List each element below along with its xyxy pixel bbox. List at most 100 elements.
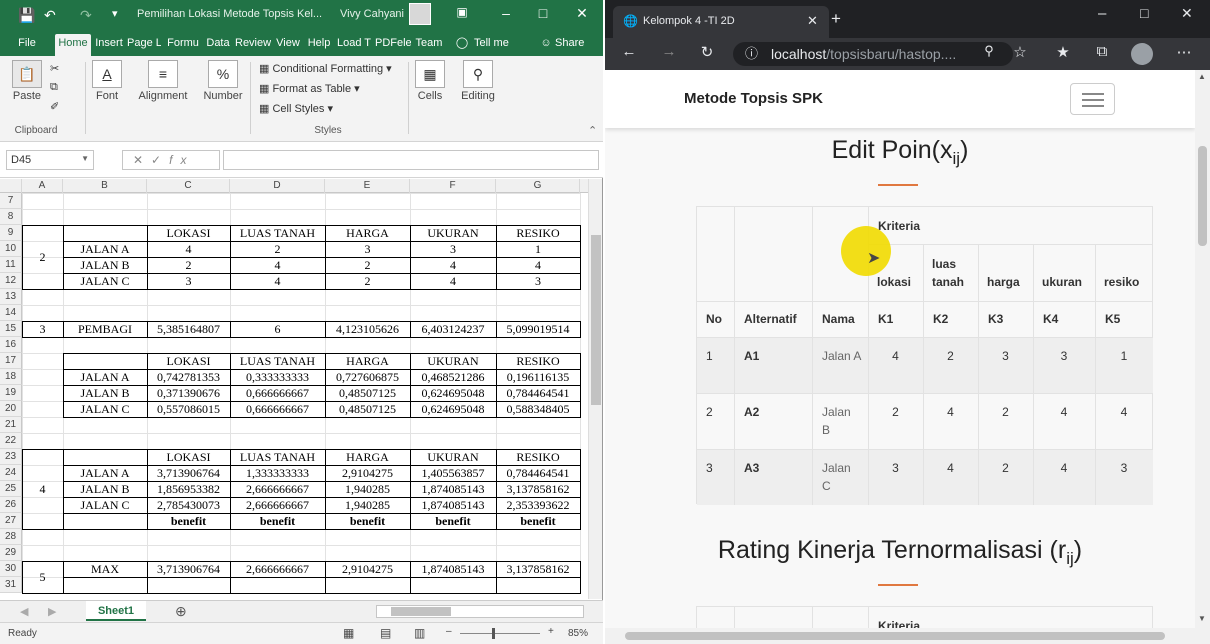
cell-b25[interactable]: JALAN B (63, 481, 147, 497)
scroll-down-icon[interactable]: ▼ (1198, 614, 1206, 623)
cell-a25[interactable] (22, 481, 63, 497)
cell-f11[interactable]: 4 (410, 257, 496, 273)
cell-c9[interactable]: LOKASI (147, 225, 230, 241)
tell-me-search[interactable]: Tell me (474, 34, 518, 56)
cell-f10[interactable]: 3 (410, 241, 496, 257)
zoom-in-icon[interactable]: + (548, 626, 554, 637)
cell-e12[interactable]: 2 (325, 273, 410, 289)
cell-a30[interactable]: 5 (22, 561, 63, 593)
alignment-button[interactable]: ≡ Alignment (134, 60, 192, 102)
horizontal-scroll-thumb[interactable] (391, 607, 451, 616)
cell-b27[interactable] (63, 513, 147, 529)
cell-g9[interactable]: RESIKO (496, 225, 580, 241)
cell-a11[interactable] (22, 257, 63, 273)
cell-b12[interactable]: JALAN C (63, 273, 147, 289)
row-header-16[interactable]: 16 (0, 337, 22, 353)
cell-b23[interactable] (63, 449, 147, 465)
cell-d17[interactable]: LUAS TANAH (230, 353, 325, 369)
tab-formulas[interactable]: Formu (164, 34, 202, 56)
column-header-c[interactable]: C (147, 179, 230, 193)
site-brand[interactable]: Metode Topsis SPK (684, 90, 823, 107)
zoom-icon[interactable]: ⚲ (978, 43, 1000, 59)
tab-team[interactable]: Team (414, 34, 444, 56)
cell-e10[interactable]: 3 (325, 241, 410, 257)
cell-a18[interactable] (22, 369, 63, 385)
zoom-slider[interactable] (460, 633, 540, 634)
undo-icon[interactable]: ↶ (44, 7, 56, 24)
tab-home[interactable]: Home (55, 34, 91, 56)
cell-b15[interactable]: PEMBAGI (63, 321, 147, 337)
cell-d27[interactable]: benefit (230, 513, 325, 529)
page-break-view-icon[interactable]: ▥ (414, 626, 425, 640)
cell-c24[interactable]: 3,713906764 (147, 465, 230, 481)
cell-d11[interactable]: 4 (230, 257, 325, 273)
cell-c23[interactable]: LOKASI (147, 449, 230, 465)
cell-e19[interactable]: 0,48507125 (325, 385, 410, 401)
cell-f17[interactable]: UKURAN (410, 353, 496, 369)
cell-f12[interactable]: 4 (410, 273, 496, 289)
cell-g23[interactable]: RESIKO (496, 449, 580, 465)
format-as-table-button[interactable]: ▦ Format as Table ▾ (259, 82, 360, 95)
cell-g11[interactable]: 4 (496, 257, 580, 273)
cell-d19[interactable]: 0,666666667 (230, 385, 325, 401)
profile-avatar[interactable] (1131, 43, 1153, 65)
row-header-10[interactable]: 10 (0, 241, 22, 257)
normal-view-icon[interactable]: ▦ (343, 626, 354, 640)
column-header-f[interactable]: F (410, 179, 496, 193)
cells-button[interactable]: ▦ Cells (414, 60, 446, 102)
cell-a15[interactable]: 3 (22, 321, 63, 337)
cell-f19[interactable]: 0,624695048 (410, 385, 496, 401)
redo-icon[interactable]: ↷ (80, 7, 92, 24)
cell-g12[interactable]: 3 (496, 273, 580, 289)
close-tab-icon[interactable]: ✕ (807, 13, 818, 29)
tab-data[interactable]: Data (204, 34, 232, 56)
cell-d26[interactable]: 2,666666667 (230, 497, 325, 513)
cell-e20[interactable]: 0,48507125 (325, 401, 410, 417)
forward-icon[interactable]: → (658, 43, 680, 60)
page-layout-view-icon[interactable]: ▤ (380, 626, 391, 640)
cell-styles-button[interactable]: ▦ Cell Styles ▾ (259, 102, 333, 115)
cell-f25[interactable]: 1,874085143 (410, 481, 496, 497)
cell-f24[interactable]: 1,405563857 (410, 465, 496, 481)
tab-load-test[interactable]: Load T (336, 34, 372, 56)
worksheet-grid[interactable]: ABCDEFG 7 8 9 10 11 12 13 14 15 16 17 18 19 20 21 22 23 2… (0, 179, 603, 599)
address-bar[interactable]: ⓘ localhost/topsisbaru/hastop.... (733, 42, 1013, 66)
cell-c15[interactable]: 5,385164807 (147, 321, 230, 337)
conditional-formatting-button[interactable]: ▦ Conditional Formatting ▾ (259, 62, 392, 75)
cell-d30[interactable]: 2,666666667 (230, 561, 325, 577)
cell-g17[interactable]: RESIKO (496, 353, 580, 369)
cell-b26[interactable]: JALAN C (63, 497, 147, 513)
tab-file[interactable]: File (10, 34, 44, 56)
tab-help[interactable]: Help (305, 34, 333, 56)
cell-g24[interactable]: 0,784464541 (496, 465, 580, 481)
paste-button[interactable]: 📋 Paste (10, 60, 44, 102)
maximize-icon[interactable]: □ (533, 5, 553, 21)
cell-g27[interactable]: benefit (496, 513, 580, 529)
zoom-slider-thumb[interactable] (492, 628, 495, 639)
row-header-25[interactable]: 25 (0, 481, 22, 497)
page-hscroll-thumb[interactable] (625, 632, 1165, 640)
cell-g25[interactable]: 3,137858162 (496, 481, 580, 497)
cell-a19[interactable] (22, 385, 63, 401)
cell-e24[interactable]: 2,9104275 (325, 465, 410, 481)
row-header-14[interactable]: 14 (0, 305, 22, 321)
sheet-tab-sheet1[interactable]: Sheet1 (86, 601, 146, 621)
cell-d10[interactable]: 2 (230, 241, 325, 257)
cell-b17[interactable] (63, 353, 147, 369)
prev-sheet-icon[interactable]: ◀ (20, 605, 28, 618)
tab-pdfelement[interactable]: PDFele (375, 34, 411, 56)
cell-b18[interactable]: JALAN A (63, 369, 147, 385)
scroll-up-icon[interactable]: ▲ (1198, 72, 1206, 81)
cell-c12[interactable]: 3 (147, 273, 230, 289)
cell-f30[interactable]: 1,874085143 (410, 561, 496, 577)
row-header-27[interactable]: 27 (0, 513, 22, 529)
minimize-icon[interactable]: – (1098, 5, 1106, 22)
row-header-8[interactable]: 8 (0, 209, 22, 225)
cell-d12[interactable]: 4 (230, 273, 325, 289)
cell-d25[interactable]: 2,666666667 (230, 481, 325, 497)
row-header-28[interactable]: 28 (0, 529, 22, 545)
cell-a26[interactable] (22, 497, 63, 513)
favorites-icon[interactable]: ★ (1052, 43, 1074, 61)
cell-c17[interactable]: LOKASI (147, 353, 230, 369)
cell-g26[interactable]: 2,353393622 (496, 497, 580, 513)
